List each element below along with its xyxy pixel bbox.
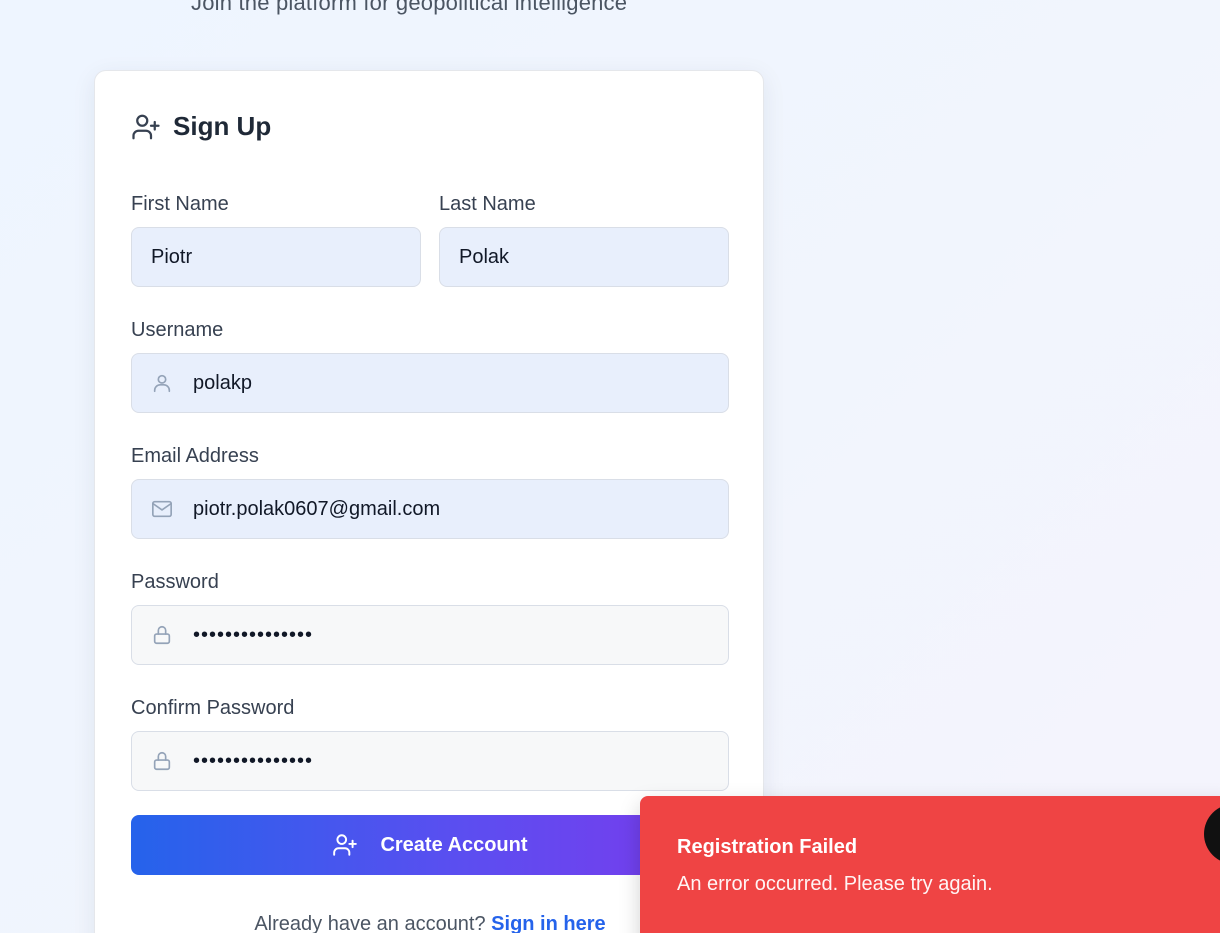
password-label: Password bbox=[131, 571, 219, 593]
create-account-label: Create Account bbox=[380, 833, 528, 856]
email-label: Email Address bbox=[131, 445, 259, 467]
card-title: Sign Up bbox=[173, 111, 272, 141]
lock-icon bbox=[151, 624, 173, 646]
page-subtitle: Join the platform for geopolitical intel… bbox=[191, 0, 628, 15]
email-value: piotr.polak0607@gmail.com bbox=[193, 497, 441, 520]
error-toast: Registration Failed An error occurred. P… bbox=[640, 796, 1220, 933]
first-name-input[interactable]: Piotr bbox=[131, 227, 421, 287]
email-input[interactable]: piotr.polak0607@gmail.com bbox=[131, 479, 729, 539]
toast-close-button[interactable] bbox=[1204, 804, 1220, 864]
confirm-password-input[interactable]: ••••••••••••••• bbox=[131, 731, 729, 791]
signin-prompt-text: Already have an account? bbox=[254, 913, 492, 933]
username-label: Username bbox=[131, 319, 224, 341]
signin-link[interactable]: Sign in here bbox=[491, 913, 605, 933]
user-plus-icon bbox=[332, 832, 358, 858]
user-plus-icon bbox=[131, 112, 161, 142]
confirm-password-label: Confirm Password bbox=[131, 697, 295, 719]
mail-icon bbox=[151, 498, 173, 520]
first-name-value: Piotr bbox=[151, 245, 193, 268]
lock-icon bbox=[151, 750, 173, 772]
last-name-label: Last Name bbox=[439, 193, 536, 215]
password-value: ••••••••••••••• bbox=[193, 623, 314, 646]
last-name-value: Polak bbox=[459, 245, 510, 268]
username-value: polakp bbox=[193, 371, 252, 394]
confirm-password-value: ••••••••••••••• bbox=[193, 749, 314, 772]
card-header: Sign Up bbox=[131, 111, 271, 142]
toast-title: Registration Failed bbox=[677, 836, 858, 858]
user-icon bbox=[151, 372, 173, 394]
password-input[interactable]: ••••••••••••••• bbox=[131, 605, 729, 665]
last-name-input[interactable]: Polak bbox=[439, 227, 729, 287]
first-name-label: First Name bbox=[131, 193, 229, 215]
username-input[interactable]: polakp bbox=[131, 353, 729, 413]
toast-message: An error occurred. Please try again. bbox=[677, 873, 993, 895]
